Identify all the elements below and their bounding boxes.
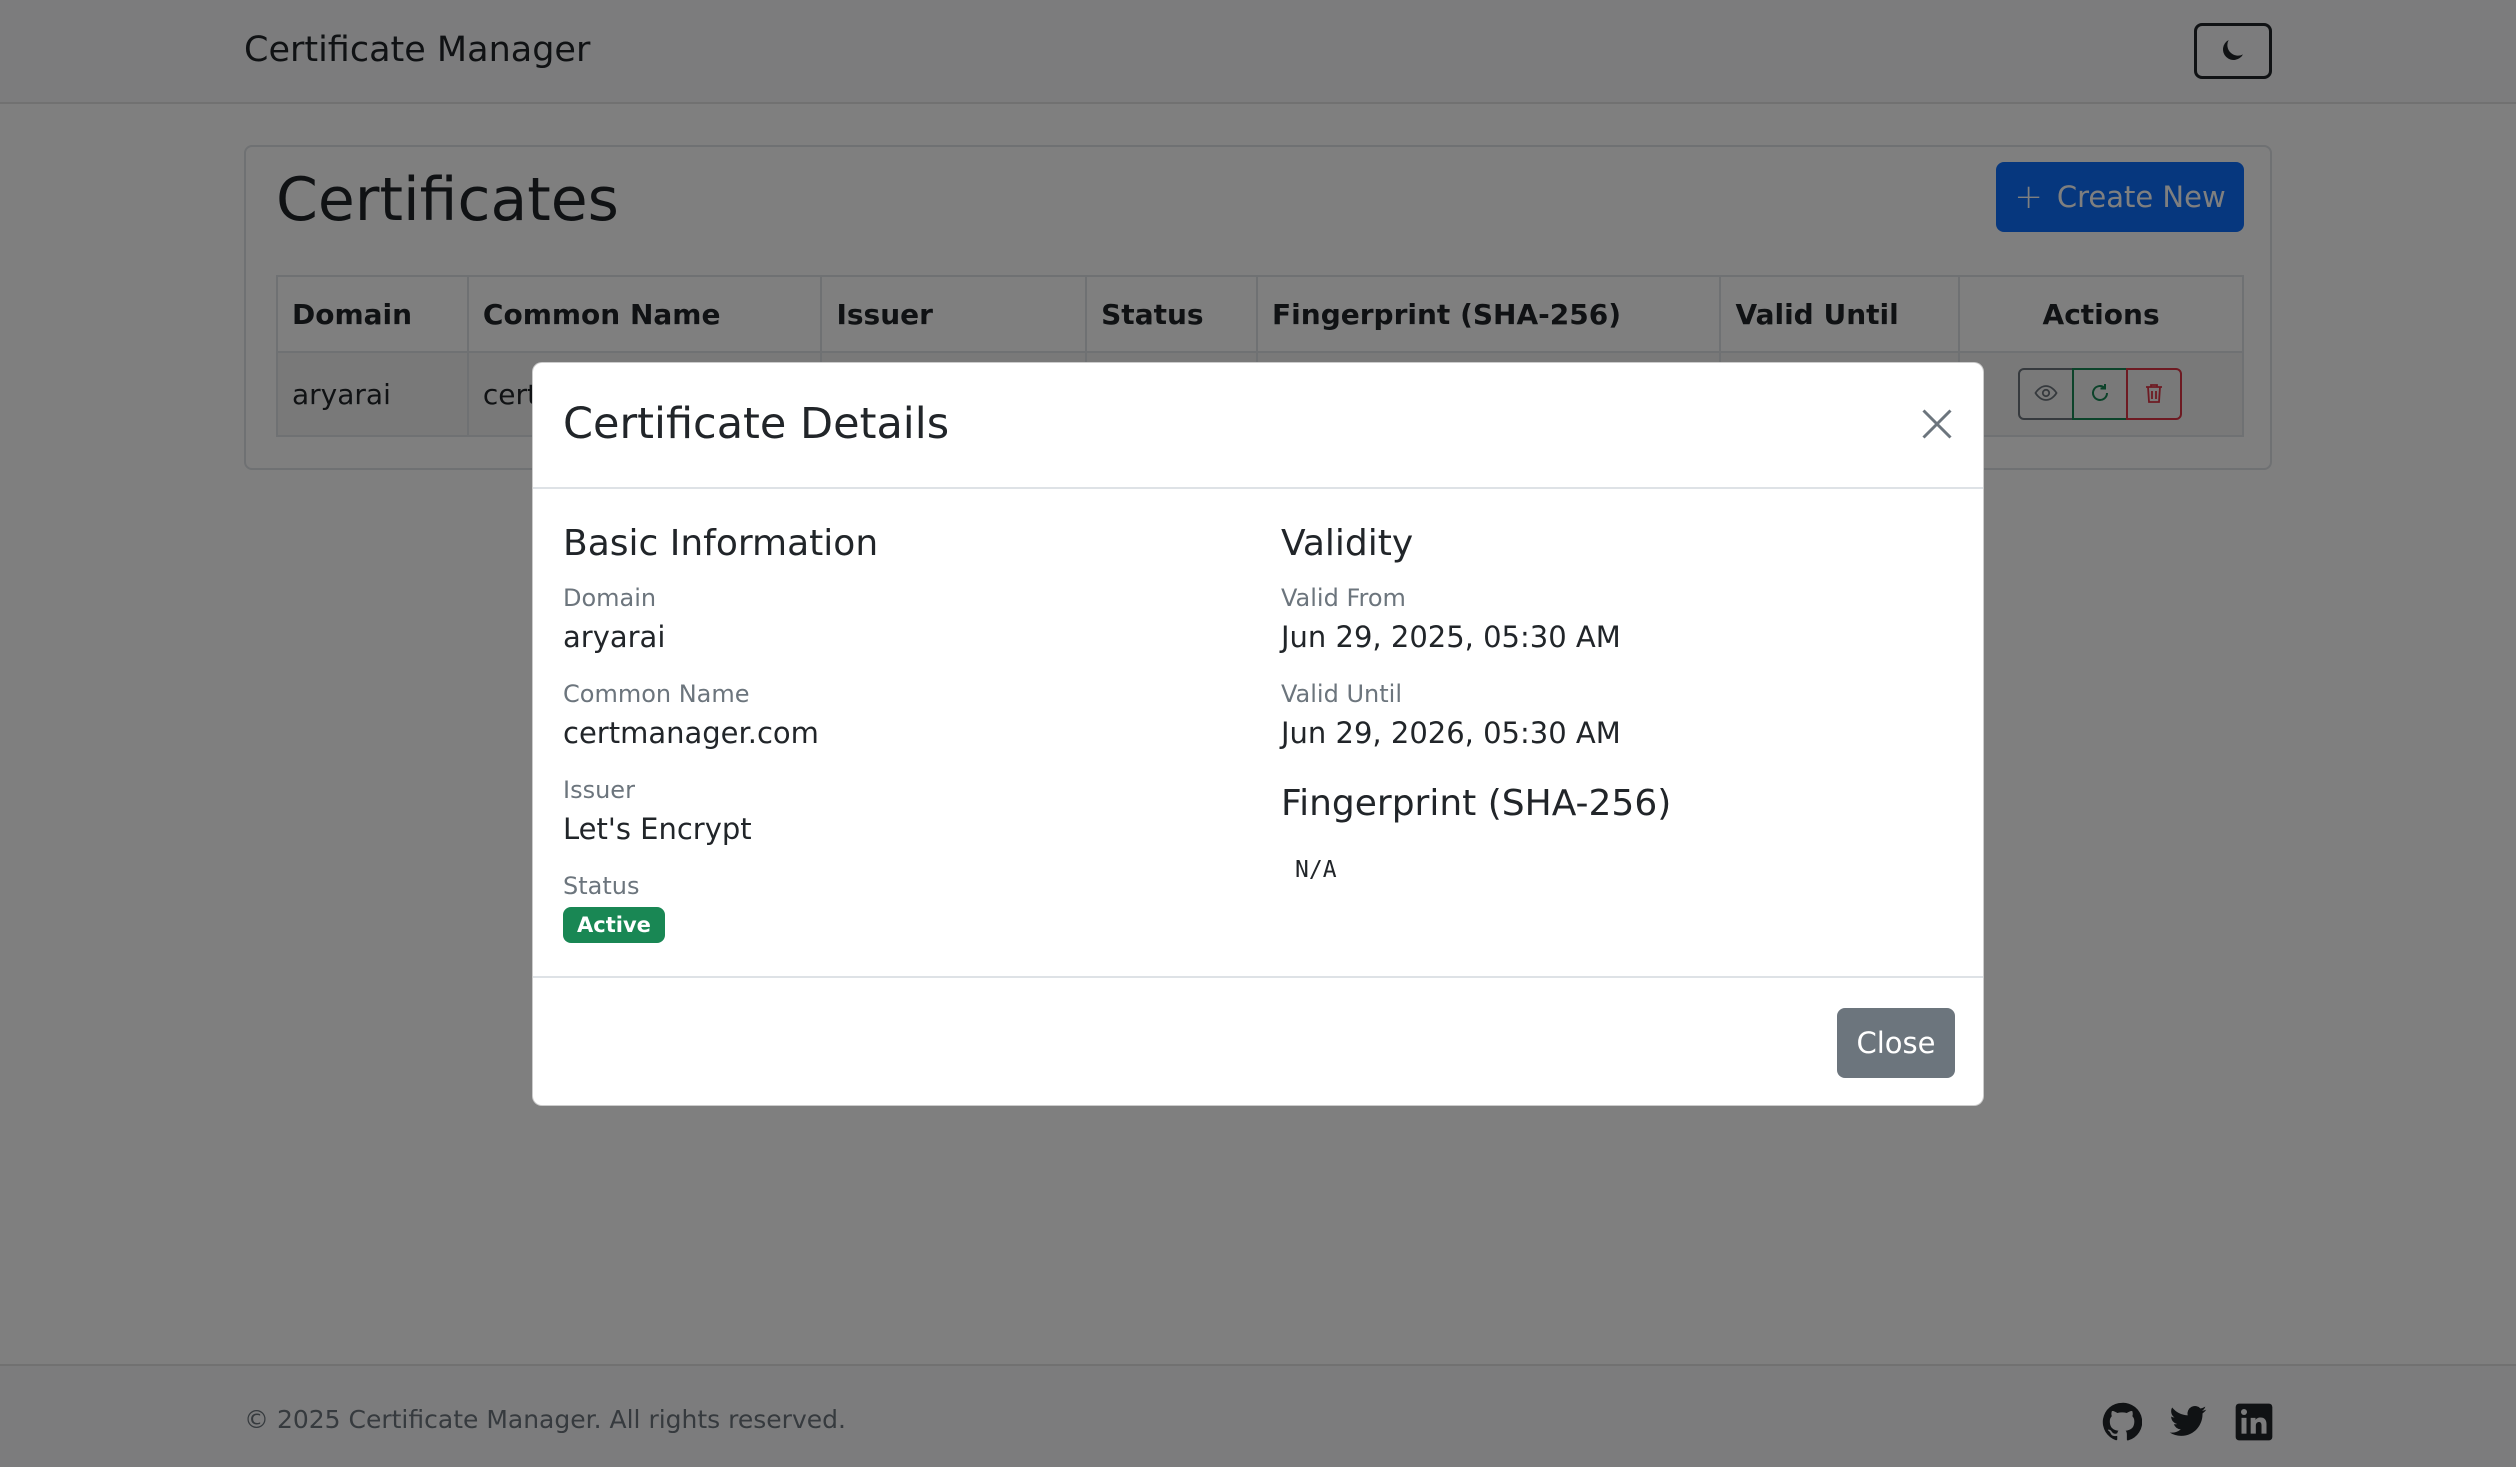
- domain-label: Domain: [563, 584, 657, 612]
- common-name-value: certmanager.com: [563, 716, 819, 750]
- basic-information-heading: Basic Information: [563, 523, 879, 564]
- valid-until-value: Jun 29, 2026, 05:30 AM: [1281, 716, 1621, 750]
- modal-close-x-button[interactable]: [1915, 403, 1959, 447]
- close-icon: [1919, 406, 1955, 445]
- fingerprint-value: N/A: [1295, 857, 1337, 883]
- status-badge: Active: [563, 907, 665, 943]
- close-button[interactable]: Close: [1837, 1008, 1955, 1078]
- status-label: Status: [563, 872, 640, 900]
- basic-information-section: Basic Information Domain aryarai Common …: [563, 519, 1243, 943]
- modal-header: Certificate Details: [533, 363, 1983, 489]
- valid-until-label: Valid Until: [1281, 680, 1402, 708]
- valid-from-label: Valid From: [1281, 584, 1406, 612]
- modal-footer: Close: [533, 976, 1983, 1107]
- fingerprint-heading: Fingerprint (SHA-256): [1281, 783, 1672, 824]
- issuer-value: Let's Encrypt: [563, 812, 752, 846]
- certificate-details-modal: Certificate Details Basic Information Do…: [532, 362, 1984, 1106]
- common-name-label: Common Name: [563, 680, 750, 708]
- valid-from-value: Jun 29, 2025, 05:30 AM: [1281, 620, 1621, 654]
- domain-value: aryarai: [563, 620, 666, 654]
- validity-heading: Validity: [1281, 523, 1414, 564]
- modal-title: Certificate Details: [563, 399, 950, 449]
- validity-section: Validity Valid From Jun 29, 2025, 05:30 …: [1281, 519, 1961, 899]
- issuer-label: Issuer: [563, 776, 635, 804]
